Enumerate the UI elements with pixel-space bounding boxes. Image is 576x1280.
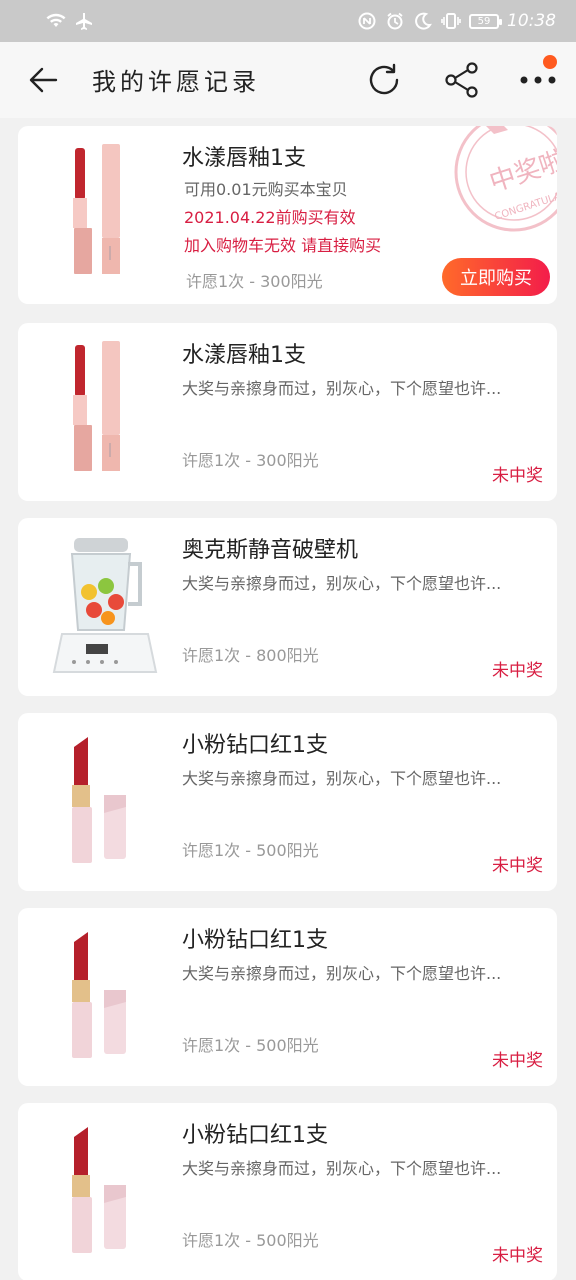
result-message: 大奖与亲擦身而过，别灰心，下个愿望也许... [182,1159,502,1178]
result-message: 大奖与亲擦身而过，别灰心，下个愿望也许... [182,379,502,398]
lipstick-product-image [44,729,164,877]
product-title: 水漾唇釉1支 [182,146,306,171]
refresh-icon[interactable] [364,60,404,100]
expiry-note: 2021.04.22前购买有效 [184,208,356,227]
airplane-icon [74,11,94,31]
stamp-text: 中奖啦 [486,145,557,198]
wish-card[interactable]: 小粉钻口红1支 大奖与亲擦身而过，别灰心，下个愿望也许... 许愿1次 - 50… [18,908,557,1086]
page-title: 我的许愿记录 [92,68,260,96]
discount-note: 可用0.01元购买本宝贝 [184,180,348,199]
wish-cost: 许愿1次 - 500阳光 [182,841,319,860]
wish-card[interactable]: 小粉钻口红1支 大奖与亲擦身而过，别灰心，下个愿望也许... 许愿1次 - 50… [18,1103,557,1280]
status-not-won: 未中奖 [492,661,543,681]
wish-record-list: 水漾唇釉1支 可用0.01元购买本宝贝 2021.04.22前购买有效 加入购物… [0,118,576,1280]
product-title: 小粉钻口红1支 [182,928,328,953]
alarm-icon [385,11,405,31]
wish-cost: 许愿1次 - 300阳光 [186,272,323,291]
share-icon[interactable] [442,60,482,100]
wish-cost: 许愿1次 - 300阳光 [182,451,319,470]
wish-card[interactable]: 水漾唇釉1支 大奖与亲擦身而过，别灰心，下个愿望也许... 许愿1次 - 300… [18,323,557,501]
result-message: 大奖与亲擦身而过，别灰心，下个愿望也许... [182,574,502,593]
wifi-icon [46,11,66,31]
vibrate-icon [441,11,461,31]
battery-indicator: 59 [469,13,502,29]
notification-dot [543,55,557,69]
back-arrow-icon[interactable] [26,62,62,98]
status-not-won: 未中奖 [492,1051,543,1071]
lipstick-product-image [44,1119,164,1267]
result-message: 大奖与亲擦身而过，别灰心，下个愿望也许... [182,964,502,983]
status-not-won: 未中奖 [492,1246,543,1266]
wish-card[interactable]: 小粉钻口红1支 大奖与亲擦身而过，别灰心，下个愿望也许... 许愿1次 - 50… [18,713,557,891]
buy-now-button[interactable]: 立即购买 [442,258,550,296]
clock: 10:38 [507,11,556,31]
wish-card[interactable]: 奥克斯静音破壁机 大奖与亲擦身而过，别灰心，下个愿望也许... 许愿1次 - 8… [18,518,557,696]
result-message: 大奖与亲擦身而过，别灰心，下个愿望也许... [182,769,502,788]
lip-gloss-product-image [44,339,164,487]
lip-gloss-product-image [44,142,164,290]
lipstick-product-image [44,924,164,1072]
wish-cost: 许愿1次 - 800阳光 [182,646,319,665]
do-not-disturb-moon-icon [413,11,433,31]
winner-stamp: 中奖啦 CONGRATULATIONS [444,126,557,242]
wish-cost: 许愿1次 - 500阳光 [182,1231,319,1250]
top-navigation-bar: 我的许愿记录 [0,42,576,118]
product-title: 小粉钻口红1支 [182,733,328,758]
blender-product-image [44,534,164,682]
nfc-icon [357,11,377,31]
product-title: 水漾唇釉1支 [182,343,306,368]
status-not-won: 未中奖 [492,466,543,486]
purchase-warning: 加入购物车无效 请直接购买 [184,236,382,255]
status-not-won: 未中奖 [492,856,543,876]
wish-card-winner[interactable]: 水漾唇釉1支 可用0.01元购买本宝贝 2021.04.22前购买有效 加入购物… [18,126,557,304]
product-title: 奥克斯静音破壁机 [182,538,359,563]
status-bar: 59 10:38 [0,0,576,42]
wish-cost: 许愿1次 - 500阳光 [182,1036,319,1055]
product-title: 小粉钻口红1支 [182,1123,328,1148]
